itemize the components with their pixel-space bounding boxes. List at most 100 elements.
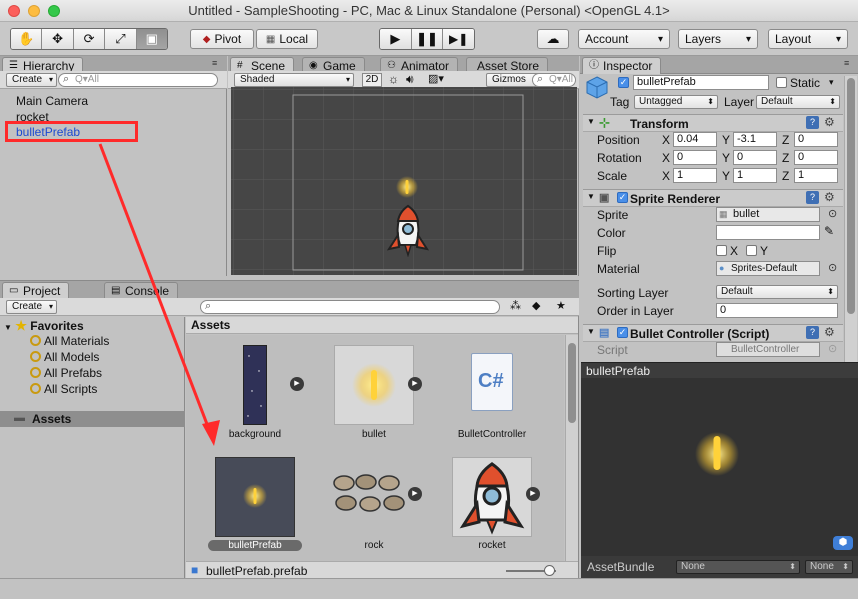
favorite-all-scripts[interactable]: All Scripts — [30, 382, 97, 396]
cloud-icon[interactable]: ☁ — [537, 29, 569, 49]
position-x-field[interactable]: 0.04 — [673, 132, 717, 147]
tab-inspector[interactable]: ⓘ Inspector — [582, 57, 662, 74]
light-icon[interactable]: ☼ — [388, 72, 399, 86]
position-z-field[interactable]: 0 — [794, 132, 838, 147]
filter-type-icon[interactable]: ⁂ — [510, 299, 521, 312]
sorting-layer-dropdown[interactable]: Default — [716, 285, 838, 299]
move-icon[interactable]: ✥ — [42, 29, 74, 49]
gear-icon[interactable]: ⚙ — [824, 190, 835, 204]
expand-asset-icon[interactable]: ▶ — [526, 487, 540, 501]
inspector-scrollbar[interactable] — [844, 76, 857, 366]
color-swatch[interactable] — [716, 225, 820, 240]
scrollbar-thumb[interactable] — [847, 78, 855, 314]
sprite-renderer-enabled-checkbox[interactable]: ✓ — [617, 192, 628, 203]
window-title: Untitled - SampleShooting - PC, Mac & Li… — [188, 3, 670, 18]
scrollbar-thumb[interactable] — [568, 343, 576, 423]
favorite-all-models[interactable]: All Models — [30, 350, 99, 364]
help-icon[interactable]: ? — [806, 191, 819, 204]
rotation-y-field[interactable]: 0 — [733, 150, 777, 165]
local-button[interactable]: ▦ Local — [256, 29, 318, 49]
material-field[interactable]: Sprites-Default — [716, 261, 820, 276]
scene-viewport[interactable] — [231, 87, 577, 275]
audio-icon[interactable]: 🔊︎ — [406, 72, 414, 87]
scene-search-input[interactable]: Q▾All — [532, 73, 576, 87]
play-icon[interactable]: ▶ — [380, 29, 412, 49]
script-field[interactable]: BulletController — [716, 342, 820, 357]
scene-rocket-sprite[interactable] — [386, 203, 430, 257]
pivot-button[interactable]: ◆ Pivot — [190, 29, 254, 49]
rotate-icon[interactable]: ⟳ — [73, 29, 106, 49]
mode-2d-toggle[interactable]: 2D — [362, 73, 382, 87]
local-icon: ▦ — [265, 33, 276, 45]
assetbundle-variant-dropdown[interactable]: None — [805, 560, 853, 574]
project-search-input[interactable] — [200, 300, 500, 314]
asset-rock-thumb[interactable] — [332, 473, 412, 517]
tab-project[interactable]: ▭ Project — [2, 282, 70, 299]
scale-icon[interactable]: ⤢ — [105, 29, 137, 49]
create-dropdown[interactable]: Create — [6, 73, 58, 87]
asset-bullet-thumb[interactable] — [334, 345, 414, 425]
object-picker-icon[interactable]: ⊙ — [828, 207, 837, 220]
account-dropdown[interactable]: Account — [578, 29, 670, 49]
gear-icon[interactable]: ⚙ — [824, 325, 835, 339]
pause-icon[interactable]: ❚❚ — [411, 29, 444, 49]
flip-y-checkbox[interactable] — [746, 245, 757, 256]
assets-folder-row[interactable]: ▬ Assets — [0, 411, 185, 427]
favorite-all-materials[interactable]: All Materials — [30, 334, 109, 348]
scale-x-field[interactable]: 1 — [673, 168, 717, 183]
sprite-field[interactable]: bullet — [716, 207, 820, 222]
object-picker-icon[interactable]: ⊙ — [828, 261, 837, 274]
effects-icon[interactable]: ▨▾ — [428, 72, 444, 85]
asset-script-thumb[interactable]: C# — [471, 353, 513, 411]
asset-grid-scrollbar[interactable] — [565, 335, 578, 561]
expand-asset-icon[interactable]: ▶ — [290, 377, 304, 391]
static-dropdown-icon[interactable]: ▾ — [829, 77, 834, 88]
scale-y-field[interactable]: 1 — [733, 168, 777, 183]
tag-dropdown[interactable]: Untagged — [634, 95, 718, 109]
tag-icon[interactable]: ⬢ — [833, 536, 853, 550]
filter-label-icon[interactable]: ◆ — [532, 299, 540, 312]
asset-background-thumb[interactable] — [243, 345, 267, 425]
expand-asset-icon[interactable]: ▶ — [408, 487, 422, 501]
slider-knob[interactable] — [544, 565, 555, 576]
project-create-dropdown[interactable]: Create — [6, 300, 58, 314]
hierarchy-search-input[interactable]: Q▾All — [58, 73, 218, 87]
help-icon[interactable]: ? — [806, 326, 819, 339]
layout-dropdown[interactable]: Layout — [768, 29, 848, 49]
asset-rocket-thumb[interactable] — [452, 457, 532, 537]
bullet-controller-enabled-checkbox[interactable]: ✓ — [617, 327, 628, 338]
shading-dropdown[interactable]: Shaded — [234, 73, 354, 87]
breadcrumb[interactable]: Assets — [191, 318, 230, 332]
tab-console[interactable]: ▤ Console — [104, 282, 179, 299]
panel-menu-icon[interactable]: ≡ — [212, 58, 217, 68]
expand-asset-icon[interactable]: ▶ — [408, 377, 422, 391]
gear-icon[interactable]: ⚙ — [824, 115, 835, 129]
panel-menu-icon[interactable]: ≡ — [844, 58, 849, 68]
layer-dropdown[interactable]: Default — [756, 95, 840, 109]
scene-bullet-sprite[interactable] — [395, 175, 419, 199]
position-y-field[interactable]: -3.1 — [733, 132, 777, 147]
preview-header[interactable]: bulletPrefab — [581, 362, 858, 378]
rotation-x-field[interactable]: 0 — [673, 150, 717, 165]
hierarchy-item-main-camera[interactable]: Main Camera — [16, 94, 88, 108]
eyedropper-icon[interactable]: ✎ — [824, 224, 834, 238]
object-active-checkbox[interactable]: ✓ — [618, 77, 629, 88]
favorite-star-icon[interactable]: ★ — [556, 299, 566, 312]
order-in-layer-field[interactable]: 0 — [716, 303, 838, 318]
favorites-header[interactable]: ▼ ★ Favorites — [4, 318, 84, 334]
transform-header[interactable]: ▼ ⊹ Transform — [583, 114, 843, 132]
rotation-z-field[interactable]: 0 — [794, 150, 838, 165]
object-picker-icon[interactable]: ⊙ — [828, 342, 837, 355]
favorite-all-prefabs[interactable]: All Prefabs — [30, 366, 102, 380]
help-icon[interactable]: ? — [806, 116, 819, 129]
flip-x-checkbox[interactable] — [716, 245, 727, 256]
static-checkbox[interactable] — [776, 77, 787, 88]
scale-z-field[interactable]: 1 — [794, 168, 838, 183]
hand-icon[interactable]: ✋ — [11, 29, 43, 49]
asset-bulletprefab-thumb[interactable] — [215, 457, 295, 537]
rect-icon[interactable]: ▣ — [136, 29, 167, 49]
layers-dropdown[interactable]: Layers — [678, 29, 758, 49]
assetbundle-dropdown[interactable]: None — [676, 560, 800, 574]
object-name-field[interactable]: bulletPrefab — [633, 75, 769, 90]
step-icon[interactable]: ▶❚ — [443, 29, 474, 49]
